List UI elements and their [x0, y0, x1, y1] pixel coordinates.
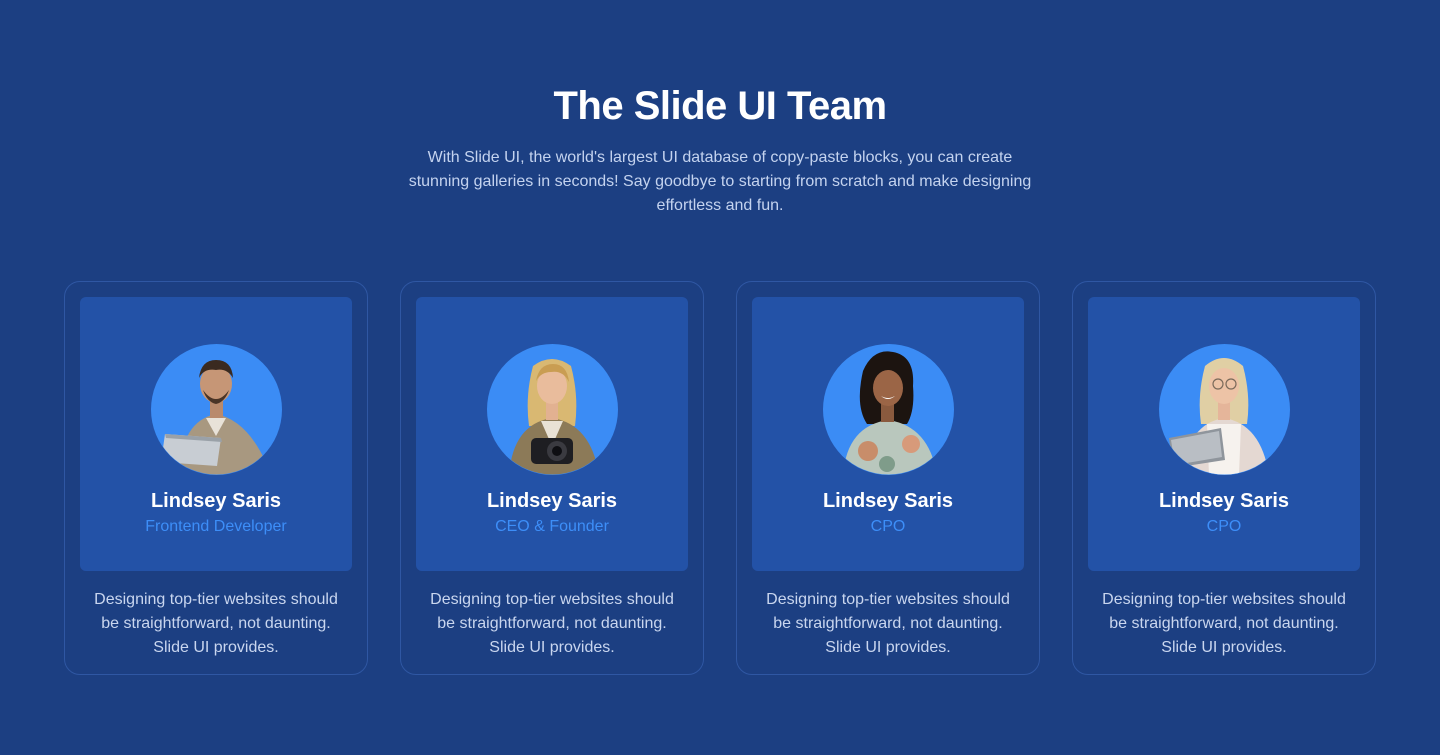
member-role: CEO & Founder [495, 518, 609, 535]
section-subtitle: With Slide UI, the world's largest UI da… [408, 149, 1032, 214]
team-card: Lindsey Saris CPO Designing top-tier web… [1072, 281, 1376, 675]
woman-floral-shirt-photo [843, 351, 937, 475]
member-name: Lindsey Saris [1158, 490, 1290, 512]
member-description: Designing top-tier websites should be st… [1102, 591, 1346, 656]
member-description: Designing top-tier websites should be st… [766, 591, 1010, 656]
section-title: The Slide UI Team [553, 84, 887, 128]
member-role: CPO [1206, 518, 1242, 535]
team-card-header: Lindsey Saris CEO & Founder [416, 297, 688, 571]
man-with-laptop-photo [161, 360, 271, 475]
avatar [151, 344, 282, 475]
team-section: The Slide UI Team With Slide UI, the wor… [0, 0, 1440, 755]
avatar [487, 344, 618, 475]
member-description: Designing top-tier websites should be st… [430, 591, 674, 656]
member-role: Frontend Developer [145, 518, 287, 535]
team-card: Lindsey Saris CEO & Founder Designing to… [400, 281, 704, 675]
team-cards: Lindsey Saris Frontend Developer Designi… [64, 281, 1376, 675]
member-name: Lindsey Saris [150, 490, 282, 512]
team-card-header: Lindsey Saris Frontend Developer [80, 297, 352, 571]
team-card-header: Lindsey Saris CPO [752, 297, 1024, 571]
avatar [1159, 344, 1290, 475]
woman-with-tablet-photo [1169, 358, 1269, 475]
member-name: Lindsey Saris [486, 490, 618, 512]
team-card: Lindsey Saris CPO Designing top-tier web… [736, 281, 1040, 675]
team-card: Lindsey Saris Frontend Developer Designi… [64, 281, 368, 675]
woman-with-camera-photo [509, 359, 599, 475]
avatar [823, 344, 954, 475]
member-description: Designing top-tier websites should be st… [94, 591, 338, 656]
member-role: CPO [870, 518, 906, 535]
member-name: Lindsey Saris [822, 490, 954, 512]
team-card-header: Lindsey Saris CPO [1088, 297, 1360, 571]
